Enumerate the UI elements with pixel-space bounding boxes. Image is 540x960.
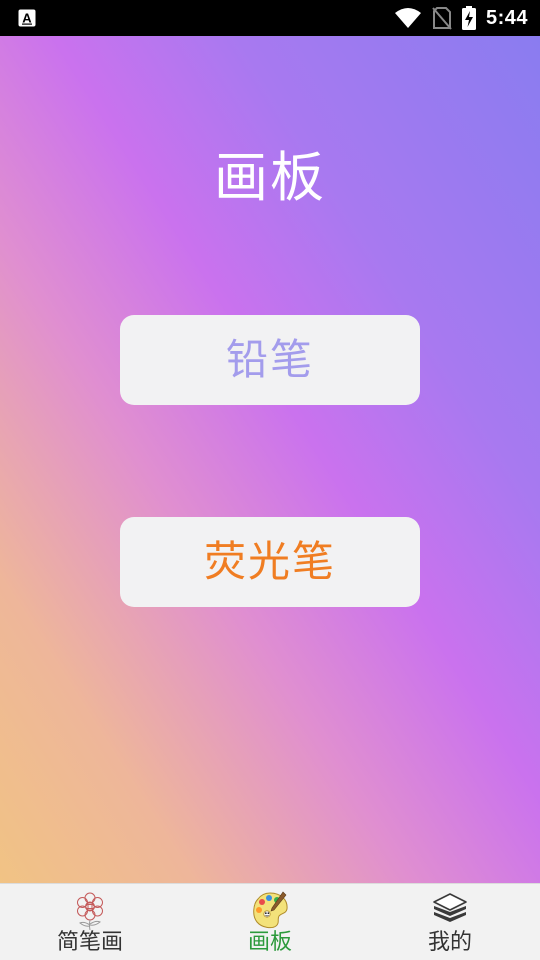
main-content: 画板 铅笔 荧光笔 (0, 36, 540, 883)
nav-item-mine[interactable]: 我的 (360, 884, 540, 960)
no-sim-icon (432, 7, 452, 30)
status-icons: 5:44 (394, 0, 528, 36)
status-time: 5:44 (485, 6, 528, 29)
screen: A 5:44 画板 铅笔 荧光笔 简笔画 画板 我的 (0, 0, 540, 960)
highlighter-button-label: 荧光笔 (203, 537, 336, 586)
nav-label-sketch: 简笔画 (56, 930, 123, 955)
bottom-nav: 简笔画 画板 我的 (0, 883, 540, 960)
nav-label-mine: 我的 (427, 930, 472, 955)
pencil-button[interactable]: 铅笔 (120, 315, 420, 405)
palette-icon (253, 891, 288, 929)
pencil-button-label: 铅笔 (225, 335, 314, 384)
status-bar: A 5:44 (0, 0, 540, 36)
highlighter-button[interactable]: 荧光笔 (120, 517, 420, 607)
flower-sketch-icon (77, 892, 103, 930)
svg-text:A: A (22, 11, 32, 26)
wifi-icon (394, 8, 421, 28)
page-title: 画板 (214, 146, 326, 209)
nav-item-sketch[interactable]: 简笔画 (0, 884, 180, 960)
a-notification-icon: A (18, 9, 36, 27)
nav-item-drawing-board[interactable]: 画板 (180, 884, 360, 960)
nav-label-drawing-board: 画板 (247, 930, 292, 955)
layers-icon (433, 893, 467, 922)
battery-charging-icon (461, 6, 476, 30)
